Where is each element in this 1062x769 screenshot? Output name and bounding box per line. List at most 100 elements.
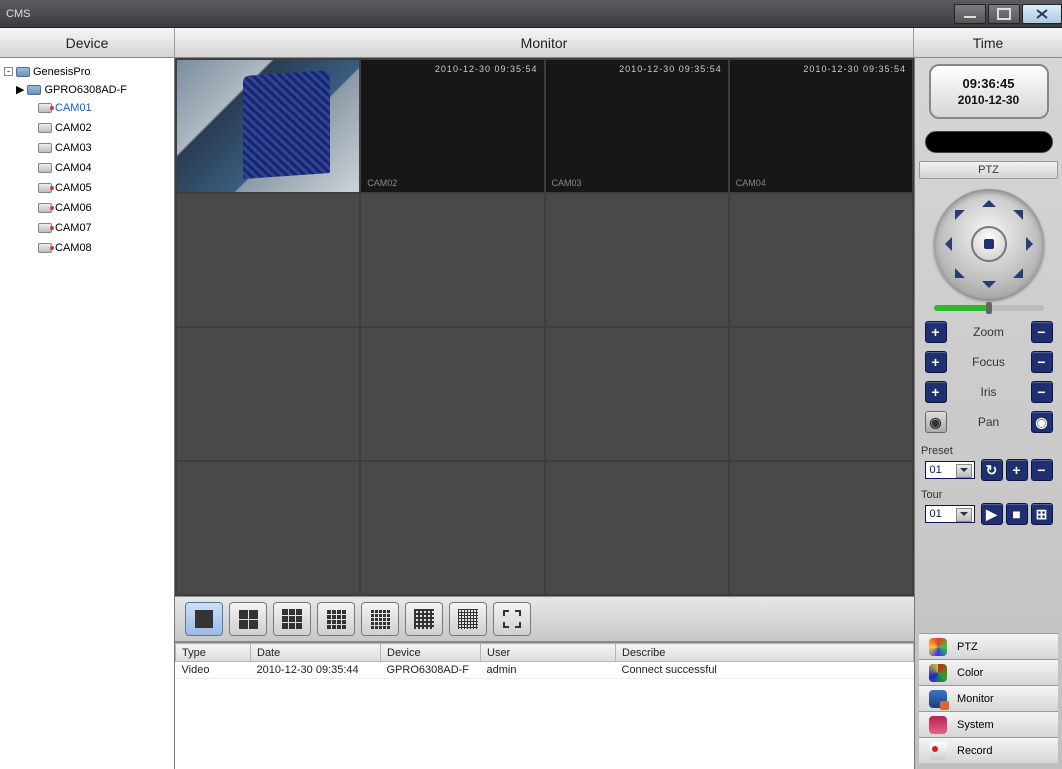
ptz-stop-button[interactable] — [971, 226, 1007, 262]
layout-toolbar — [175, 596, 914, 642]
log-cell-device: GPRO6308AD-F — [381, 662, 481, 679]
camera-icon — [38, 203, 52, 213]
log-cell-describe: Connect successful — [616, 662, 914, 679]
layout-1x1-button[interactable] — [185, 602, 223, 636]
collapse-icon[interactable]: - — [4, 67, 13, 76]
zoom-out-button[interactable]: − — [1031, 321, 1053, 343]
tab-ptz[interactable]: PTZ — [919, 633, 1058, 659]
tab-monitor[interactable]: Monitor — [919, 685, 1058, 711]
log-col-device[interactable]: Device — [381, 644, 481, 662]
tour-grid-button[interactable]: ⊞ — [1031, 503, 1053, 525]
fullscreen-button[interactable] — [493, 602, 531, 636]
preset-add-button[interactable]: + — [1006, 459, 1028, 481]
video-cell[interactable] — [177, 194, 359, 326]
video-cell-3[interactable]: 2010-12-30 09:35:54CAM03 — [546, 60, 728, 192]
layout-6x6-button[interactable] — [405, 602, 443, 636]
video-cell[interactable] — [546, 328, 728, 460]
tour-value: 01 — [930, 508, 942, 520]
ptz-header: PTZ — [919, 161, 1058, 179]
header-monitor: Monitor — [175, 28, 914, 57]
clock-time: 09:36:45 — [962, 76, 1014, 91]
pan-left-button[interactable]: ◉ — [925, 411, 947, 433]
tree-cam-label: CAM06 — [55, 200, 92, 216]
layout-8x8-button[interactable] — [449, 602, 487, 636]
ptz-speed-slider[interactable] — [934, 305, 1044, 311]
tree-cam-node[interactable]: CAM03 — [38, 140, 92, 156]
tree-cam-node[interactable]: CAM05 — [38, 180, 92, 196]
tab-record[interactable]: Record — [919, 737, 1058, 763]
event-log: Type Date Device User Describe Video 201… — [175, 642, 914, 769]
cell-camera-label: CAM02 — [367, 178, 397, 188]
tree-cam-label: CAM05 — [55, 180, 92, 196]
video-cell[interactable] — [361, 194, 543, 326]
ptz-down-button[interactable] — [982, 281, 996, 295]
minimize-button[interactable] — [954, 4, 986, 24]
video-cell[interactable] — [730, 328, 912, 460]
tab-color[interactable]: Color — [919, 659, 1058, 685]
tree-cam-label: CAM01 — [55, 100, 92, 116]
video-cell[interactable] — [177, 328, 359, 460]
tour-select[interactable]: 01 — [925, 505, 975, 523]
tree-dvr-label: GPRO6308AD-F — [44, 82, 127, 98]
preset-remove-button[interactable]: − — [1031, 459, 1053, 481]
tree-cam-node[interactable]: CAM08 — [38, 240, 92, 256]
focus-out-button[interactable]: − — [1031, 351, 1053, 373]
zoom-in-button[interactable]: + — [925, 321, 947, 343]
tour-stop-button[interactable]: ■ — [1006, 503, 1028, 525]
video-cell[interactable] — [361, 462, 543, 594]
tab-system[interactable]: System — [919, 711, 1058, 737]
preset-goto-button[interactable]: ↻ — [981, 459, 1003, 481]
tree-root-node[interactable]: -GenesisPro — [4, 64, 90, 80]
pan-right-button[interactable]: ◉ — [1031, 411, 1053, 433]
layout-5x5-button[interactable] — [361, 602, 399, 636]
ptz-left-button[interactable] — [938, 237, 952, 251]
expand-arrow-icon[interactable]: ▶ — [16, 82, 24, 98]
tree-cam-node[interactable]: CAM01 — [38, 100, 92, 116]
video-cell-2[interactable]: 2010-12-30 09:35:54 CAM02 — [361, 60, 543, 192]
close-button[interactable] — [1022, 4, 1062, 24]
record-icon — [929, 742, 947, 760]
log-row[interactable]: Video 2010-12-30 09:35:44 GPRO6308AD-F a… — [176, 662, 914, 679]
video-cell[interactable] — [361, 328, 543, 460]
iris-open-button[interactable]: + — [925, 381, 947, 403]
log-cell-type: Video — [176, 662, 251, 679]
cell-timestamp: 2010-12-30 09:35:54 — [619, 64, 722, 74]
cell-timestamp: 2010-12-30 09:35:54 — [435, 64, 538, 74]
tree-cam-node[interactable]: CAM04 — [38, 160, 92, 176]
tree-cam-node[interactable]: CAM02 — [38, 120, 92, 136]
focus-in-button[interactable]: + — [925, 351, 947, 373]
video-cell[interactable] — [546, 194, 728, 326]
dvr-icon — [27, 85, 41, 95]
system-icon — [929, 716, 947, 734]
tree-cam-node[interactable]: CAM07 — [38, 220, 92, 236]
layout-2x2-button[interactable] — [229, 602, 267, 636]
tree-cam-node[interactable]: CAM06 — [38, 200, 92, 216]
camera-icon — [38, 223, 52, 233]
log-col-describe[interactable]: Describe — [616, 644, 914, 662]
video-cell-1[interactable] — [177, 60, 359, 192]
iris-close-button[interactable]: − — [1031, 381, 1053, 403]
video-cell-4[interactable]: 2010-12-30 09:35:54CAM04 — [730, 60, 912, 192]
camera-icon — [38, 163, 52, 173]
layout-3x3-button[interactable] — [273, 602, 311, 636]
video-cell[interactable] — [730, 194, 912, 326]
video-cell[interactable] — [177, 462, 359, 594]
maximize-button[interactable] — [988, 4, 1020, 24]
tree-dvr-node[interactable]: ▶ GPRO6308AD-F — [16, 82, 127, 98]
tour-label: Tour — [921, 489, 942, 501]
tour-play-button[interactable]: ▶ — [981, 503, 1003, 525]
camera-icon — [38, 243, 52, 253]
layout-4x4-button[interactable] — [317, 602, 355, 636]
preset-value: 01 — [930, 464, 942, 476]
device-tree-panel: -GenesisPro ▶ GPRO6308AD-F CAM01 CAM02 CA… — [0, 58, 175, 769]
preset-select[interactable]: 01 — [925, 461, 975, 479]
log-col-date[interactable]: Date — [251, 644, 381, 662]
ptz-right-button[interactable] — [1026, 237, 1040, 251]
log-col-type[interactable]: Type — [176, 644, 251, 662]
log-col-user[interactable]: User — [481, 644, 616, 662]
ptz-up-button[interactable] — [982, 193, 996, 207]
video-cell[interactable] — [546, 462, 728, 594]
video-cell[interactable] — [730, 462, 912, 594]
tab-record-label: Record — [957, 745, 992, 757]
tab-ptz-label: PTZ — [957, 641, 978, 653]
